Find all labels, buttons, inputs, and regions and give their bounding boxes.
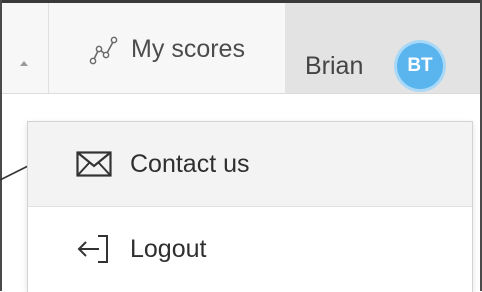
chart-line-icon xyxy=(89,36,118,65)
logout-arrow-icon xyxy=(76,234,118,264)
avatar[interactable]: BT xyxy=(397,43,443,89)
contact-us-label: Contact us xyxy=(130,149,250,178)
user-dropdown-menu: Contact us Logout xyxy=(27,121,473,292)
user-name: Brian xyxy=(305,52,364,80)
user-menu-toggle[interactable]: Brian BT xyxy=(285,3,480,93)
logout-label: Logout xyxy=(130,234,207,263)
envelope-icon xyxy=(76,149,118,179)
avatar-initials: BT xyxy=(407,55,433,76)
top-navbar: My scores Brian BT xyxy=(2,3,480,94)
menu-item-contact-us[interactable]: Contact us xyxy=(28,122,472,207)
menu-item-logout[interactable]: Logout xyxy=(28,207,472,291)
nav-item-my-scores[interactable]: My scores xyxy=(49,3,285,93)
my-scores-label: My scores xyxy=(131,34,245,63)
